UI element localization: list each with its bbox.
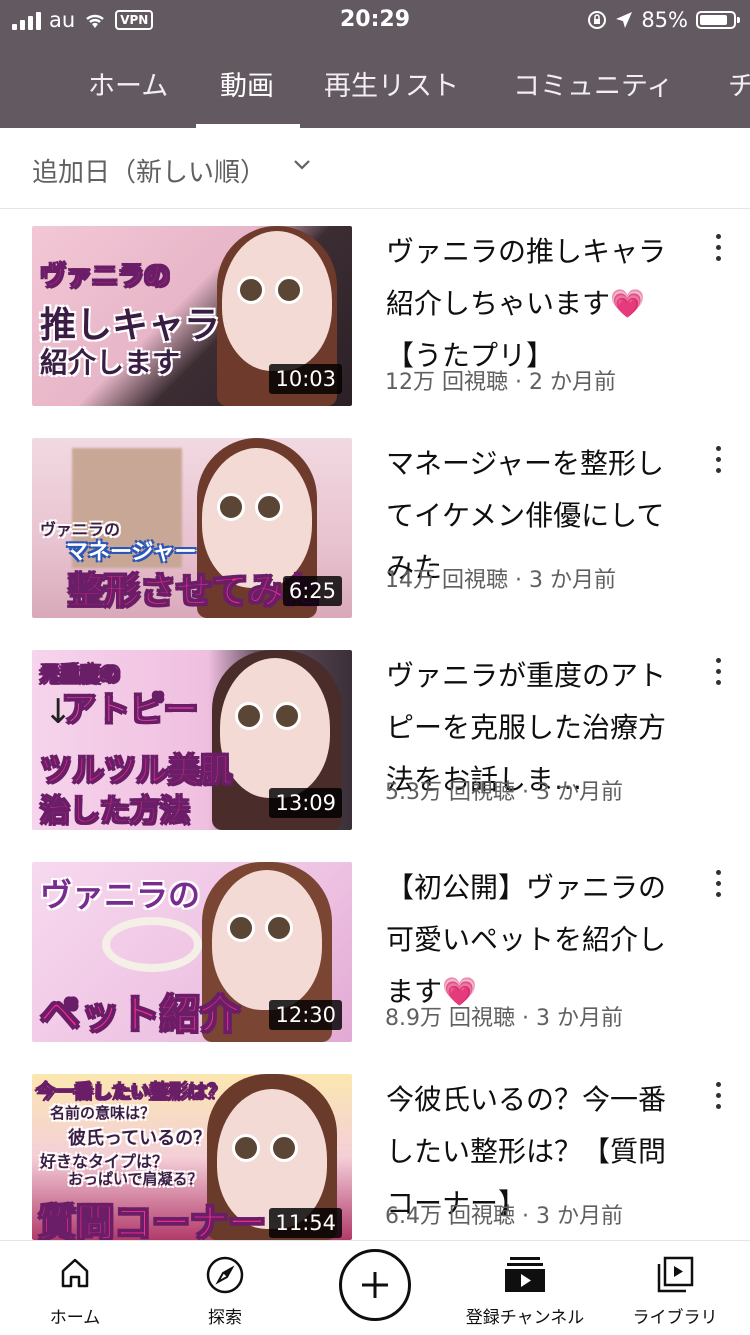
video-thumbnail[interactable]: ヴァニラの 推しキャラ 紹介します 10:03	[32, 226, 352, 406]
video-item[interactable]: 元重度の アトピー ↓ ツルツル美肌 治した方法 13:09 ヴァニラが重度のア…	[0, 650, 750, 840]
more-options-icon[interactable]	[710, 234, 726, 261]
video-item[interactable]: ヴァニラの 推しキャラ 紹介します 10:03 ヴァニラの推しキャラ紹介しちゃい…	[0, 226, 750, 416]
video-title[interactable]: ヴァニラの推しキャラ紹介しちゃいます💗【うたプリ】	[386, 226, 686, 376]
create-button[interactable]	[339, 1249, 411, 1321]
video-item[interactable]: 今一番したい整形は？ 名前の意味は？ 彼氏っているの？ 好きなタイプは？ おっぱ…	[0, 1074, 750, 1264]
video-meta: 8.9万 回視聴 · 3 か月前	[385, 1006, 623, 1031]
duration-badge: 10:03	[269, 364, 342, 394]
video-thumbnail[interactable]: ヴァニラの ペット紹介 12:30	[32, 862, 352, 1042]
duration-badge: 6:25	[282, 576, 342, 606]
snake-pet	[102, 917, 202, 972]
nav-explore[interactable]: 探索	[150, 1241, 300, 1335]
battery-percent: 85%	[641, 8, 688, 32]
video-item[interactable]: ヴァニラの ペット紹介 12:30 【初公開】ヴァニラの可愛いペットを紹介します…	[0, 862, 750, 1052]
video-meta: 12万 回視聴 · 2 か月前	[385, 370, 616, 395]
subscriptions-icon	[505, 1257, 545, 1292]
video-item[interactable]: ヴァニラの マネージャー 整形させてみた 6:25 マネージャーを整形してイケメ…	[0, 438, 750, 628]
person-face	[222, 231, 332, 371]
more-options-icon[interactable]	[710, 446, 726, 473]
home-icon	[61, 1258, 89, 1288]
orientation-lock-icon	[588, 11, 607, 29]
sort-dropdown[interactable]: 追加日（新しい順）	[0, 128, 750, 209]
explore-icon	[206, 1256, 244, 1294]
video-thumbnail[interactable]: ヴァニラの マネージャー 整形させてみた 6:25	[32, 438, 352, 618]
video-thumbnail[interactable]: 今一番したい整形は？ 名前の意味は？ 彼氏っているの？ 好きなタイプは？ おっぱ…	[32, 1074, 352, 1240]
location-arrow-icon	[616, 12, 633, 28]
tab-videos[interactable]: 動画	[220, 64, 274, 103]
more-options-icon[interactable]	[710, 658, 726, 685]
status-bar: au VPN 20:29 85%	[0, 0, 750, 42]
person-face	[220, 658, 330, 798]
down-arrow-icon: ↓	[44, 692, 73, 732]
tab-channels[interactable]: チ	[728, 64, 750, 103]
video-meta: 6.4万 回視聴 · 3 か月前	[385, 1204, 623, 1229]
duration-badge: 12:30	[269, 1000, 342, 1030]
chevron-down-icon	[294, 160, 310, 170]
duration-badge: 11:54	[269, 1208, 342, 1238]
duration-badge: 13:09	[269, 788, 342, 818]
bottom-navigation: ホーム 探索 登録チャンネル ライブラリ	[0, 1240, 750, 1335]
nav-home[interactable]: ホーム	[0, 1241, 150, 1335]
channel-tabs: ホーム 動画 再生リスト コミュニティ チ	[0, 42, 750, 128]
tab-community[interactable]: コミュニティ	[513, 64, 673, 103]
tab-home[interactable]: ホーム	[88, 64, 168, 103]
video-thumbnail[interactable]: 元重度の アトピー ↓ ツルツル美肌 治した方法 13:09	[32, 650, 352, 830]
create-plus-icon	[362, 1272, 388, 1298]
battery-icon	[696, 11, 740, 29]
more-options-icon[interactable]	[710, 870, 726, 897]
video-meta: 14万 回視聴 · 3 か月前	[385, 568, 616, 593]
nav-library[interactable]: ライブラリ	[600, 1241, 750, 1335]
video-title[interactable]: 【初公開】ヴァニラの可愛いペットを紹介します💗	[386, 862, 686, 1012]
tab-playlists[interactable]: 再生リスト	[324, 64, 459, 103]
more-options-icon[interactable]	[710, 1082, 726, 1109]
sort-label: 追加日（新しい順）	[32, 158, 267, 188]
library-icon	[657, 1256, 694, 1293]
video-meta: 5.3万 回視聴 · 3 か月前	[385, 780, 623, 805]
nav-subscriptions[interactable]: 登録チャンネル	[450, 1241, 600, 1335]
